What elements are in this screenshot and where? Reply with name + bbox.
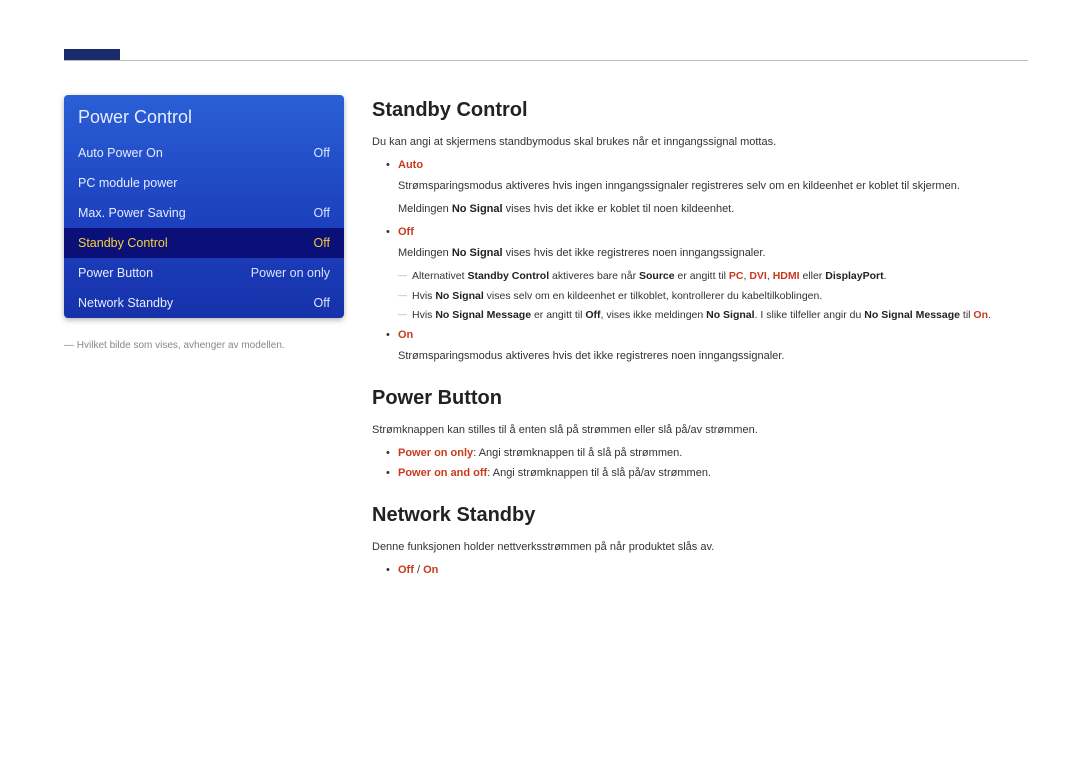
note-1: Alternativet Standby Control aktiveres b… [398,268,1028,284]
standby-list-off: Off [386,224,1028,241]
menu-item-label: Power Button [78,266,153,280]
em: HDMI [773,270,800,282]
heading-network-standby: Network Standby [372,500,1028,531]
text: , vises ikke meldingen [601,309,707,321]
off-em: Off [398,564,414,576]
em: PC [729,270,744,282]
text: : Angi strømknappen til å slå på/av strø… [487,467,711,479]
em: Power on only [398,447,473,459]
menu-card: Power Control Auto Power On Off PC modul… [64,95,344,318]
menu-item-pc-module-power[interactable]: PC module power [64,168,344,198]
em: DVI [749,270,767,282]
menu-item-label: Max. Power Saving [78,206,186,220]
bold: No Signal [706,309,754,321]
network-standby-list: Off / On [386,562,1028,579]
network-standby-options: Off / On [386,562,1028,579]
bold: No Signal [435,290,483,302]
header-rule [64,60,1028,61]
footnote-dash-icon: ― [64,340,74,351]
menu-item-max-power-saving[interactable]: Max. Power Saving Off [64,198,344,228]
left-column: Power Control Auto Power On Off PC modul… [64,95,344,583]
text: . I slike tilfeller angir du [755,309,865,321]
on-desc: Strømsparingsmodus aktiveres hvis det ik… [398,348,1028,365]
off-desc: Meldingen No Signal vises hvis det ikke … [398,245,1028,262]
bold: DisplayPort [825,270,883,282]
network-standby-intro: Denne funksjonen holder nettverksstrømme… [372,539,1028,556]
note-3: Hvis No Signal Message er angitt til Off… [398,307,1028,323]
standby-list-on: On [386,327,1028,344]
text: er angitt til [531,309,585,321]
menu-item-value: Off [314,236,330,250]
standby-on-item: On [386,327,1028,344]
text: vises hvis det ikke er koblet til noen k… [503,203,735,215]
text: vises hvis det ikke registreres noen inn… [503,247,766,259]
footnote-text: Hvilket bilde som vises, avhenger av mod… [77,340,285,351]
standby-notes: Alternativet Standby Control aktiveres b… [398,268,1028,323]
power-on-and-off-item: Power on and off: Angi strømknappen til … [386,465,1028,482]
heading-power-button: Power Button [372,383,1028,414]
off-label: Off [398,226,414,238]
note-2: Hvis No Signal vises selv om en kildeenh… [398,288,1028,304]
menu-item-value: Off [314,206,330,220]
power-on-only-item: Power on only: Angi strømknappen til å s… [386,445,1028,462]
standby-intro: Du kan angi at skjermens standbymodus sk… [372,134,1028,151]
on-em: On [423,564,438,576]
menu-item-label: Network Standby [78,296,173,310]
bold: Source [639,270,675,282]
text: er angitt til [675,270,729,282]
standby-list: Auto [386,157,1028,174]
auto-desc-1: Strømsparingsmodus aktiveres hvis ingen … [398,178,1028,195]
text: Alternativet [412,270,467,282]
text: vises selv om en kildeenhet er tilkoblet… [484,290,823,302]
em: On [973,309,988,321]
menu-item-value: Off [314,146,330,160]
text: Hvis [412,309,435,321]
power-button-intro: Strømknappen kan stilles til å enten slå… [372,422,1028,439]
bold: No Signal Message [864,309,960,321]
text: Meldingen [398,247,452,259]
standby-off-item: Off [386,224,1028,241]
text: Meldingen [398,203,452,215]
menu-item-power-button[interactable]: Power Button Power on only [64,258,344,288]
main-content: Standby Control Du kan angi at skjermens… [372,95,1028,583]
no-signal-bold: No Signal [452,247,503,259]
text: : Angi strømknappen til å slå på strømme… [473,447,682,459]
text: . [884,270,887,282]
auto-desc-2: Meldingen No Signal vises hvis det ikke … [398,201,1028,218]
menu-item-network-standby[interactable]: Network Standby Off [64,288,344,318]
menu-item-label: PC module power [78,176,177,190]
text: til [960,309,973,321]
sep: / [414,564,423,576]
menu-item-label: Auto Power On [78,146,163,160]
bold: No Signal Message [435,309,531,321]
text: aktiveres bare når [549,270,639,282]
menu-title: Power Control [64,95,344,138]
menu-footnote: ― Hvilket bilde som vises, avhenger av m… [64,338,344,353]
em: Power on and off [398,467,487,479]
on-label: On [398,329,413,341]
standby-auto-item: Auto [386,157,1028,174]
menu-item-value: Off [314,296,330,310]
auto-label: Auto [398,159,423,171]
text: eller [800,270,826,282]
text: . [988,309,991,321]
menu-item-label: Standby Control [78,236,168,250]
page-content: Power Control Auto Power On Off PC modul… [64,95,1028,583]
bold: Standby Control [467,270,549,282]
header-accent [64,49,120,60]
menu-item-value: Power on only [251,266,330,280]
power-button-list: Power on only: Angi strømknappen til å s… [386,445,1028,482]
menu-item-auto-power-on[interactable]: Auto Power On Off [64,138,344,168]
no-signal-bold: No Signal [452,203,503,215]
text: Hvis [412,290,435,302]
heading-standby-control: Standby Control [372,95,1028,126]
bold: Off [585,309,600,321]
menu-item-standby-control[interactable]: Standby Control Off [64,228,344,258]
